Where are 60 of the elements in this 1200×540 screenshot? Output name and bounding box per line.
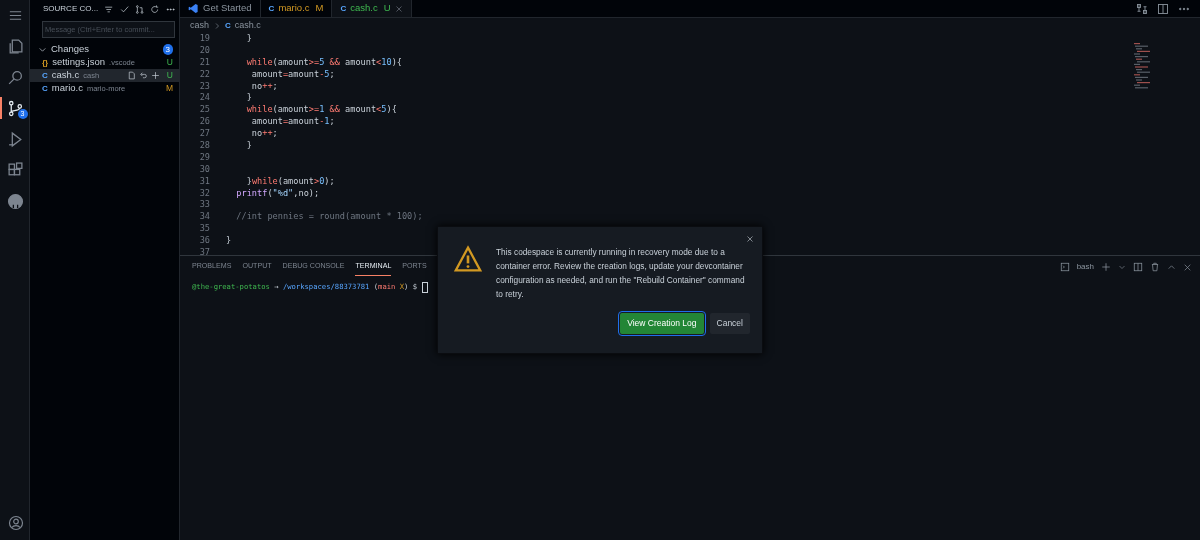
c-file-icon: C	[42, 82, 48, 95]
code-line: }	[245, 33, 252, 45]
file-name: settings.json	[52, 55, 106, 70]
line-number: 23	[198, 80, 211, 93]
line-number: 30	[198, 163, 211, 176]
line-number: 31	[198, 175, 211, 188]
c-file-icon: C	[268, 2, 275, 15]
tab-label: mario.c	[278, 1, 310, 16]
status-letter: U	[166, 69, 173, 82]
c-file-icon: C	[340, 2, 347, 15]
tab-label: cash.c	[350, 1, 378, 16]
code-line: }	[245, 92, 252, 105]
line-number: 34	[198, 211, 211, 224]
status-letter: U	[383, 1, 391, 16]
braces-icon: {}	[42, 56, 49, 69]
count-badge: 3	[162, 43, 173, 55]
code-line: amount=amount-5;	[250, 68, 335, 81]
c-file-icon: C	[42, 69, 48, 82]
line-number: 24	[198, 92, 211, 105]
line-number: 20	[198, 44, 211, 57]
file-name: mario.c	[51, 81, 83, 96]
status-letter: M	[315, 1, 324, 16]
line-number: 37	[198, 247, 211, 255]
line-number: 19	[198, 33, 211, 45]
code-line: }	[245, 140, 252, 152]
section-label[interactable]: Changes	[51, 41, 90, 57]
dialog-message: This codespace is currently running in recovery mode due to a container error. Review the creation logs, update your devcontainer configuration as needed, and run the "Rebuild Container" command to retry.	[496, 246, 746, 301]
line-number: 22	[198, 68, 211, 81]
line-number: 32	[198, 187, 211, 200]
file-name: cash.c	[51, 68, 80, 83]
code-line: }while(amount>0);	[245, 175, 335, 188]
code-line: amount=amount-1;	[250, 116, 335, 129]
code-line: while(amount>=1 && amount<5){	[245, 104, 397, 117]
view-title: SOURCE CO...	[43, 3, 99, 15]
code-line: no++;	[250, 80, 278, 93]
line-number: 29	[198, 151, 211, 164]
view-log-button[interactable]: View Creation Log	[620, 313, 704, 334]
status-letter: M	[165, 82, 173, 95]
line-number: 33	[198, 199, 211, 212]
line-number: 25	[198, 104, 211, 117]
code-line: printf("%d",no);	[235, 187, 320, 200]
breadcrumb-item[interactable]: cash.c	[234, 18, 261, 33]
code-line: while(amount>=5 && amount<10){	[245, 56, 402, 69]
code-line: }	[226, 235, 232, 248]
line-number: 28	[198, 140, 211, 152]
cancel-button[interactable]: Cancel	[709, 313, 750, 334]
breadcrumb-item[interactable]: cash	[190, 18, 209, 33]
c-file-icon: C	[225, 19, 231, 32]
line-number: 26	[198, 116, 211, 129]
editor-tab[interactable]: Get Started	[180, 0, 261, 17]
line-number: 21	[198, 56, 211, 69]
terminal-name[interactable]: bash	[1076, 261, 1094, 273]
code-line: no++;	[250, 128, 278, 140]
code-line: //int pennies = round(amount * 100);	[235, 211, 423, 224]
tab-label: Get Started	[203, 1, 252, 16]
status-letter: U	[166, 56, 173, 69]
line-number: 35	[198, 223, 211, 236]
line-number: 36	[198, 235, 211, 248]
line-number: 27	[198, 128, 211, 140]
editor-tab[interactable]: C cash.c U	[332, 0, 412, 17]
